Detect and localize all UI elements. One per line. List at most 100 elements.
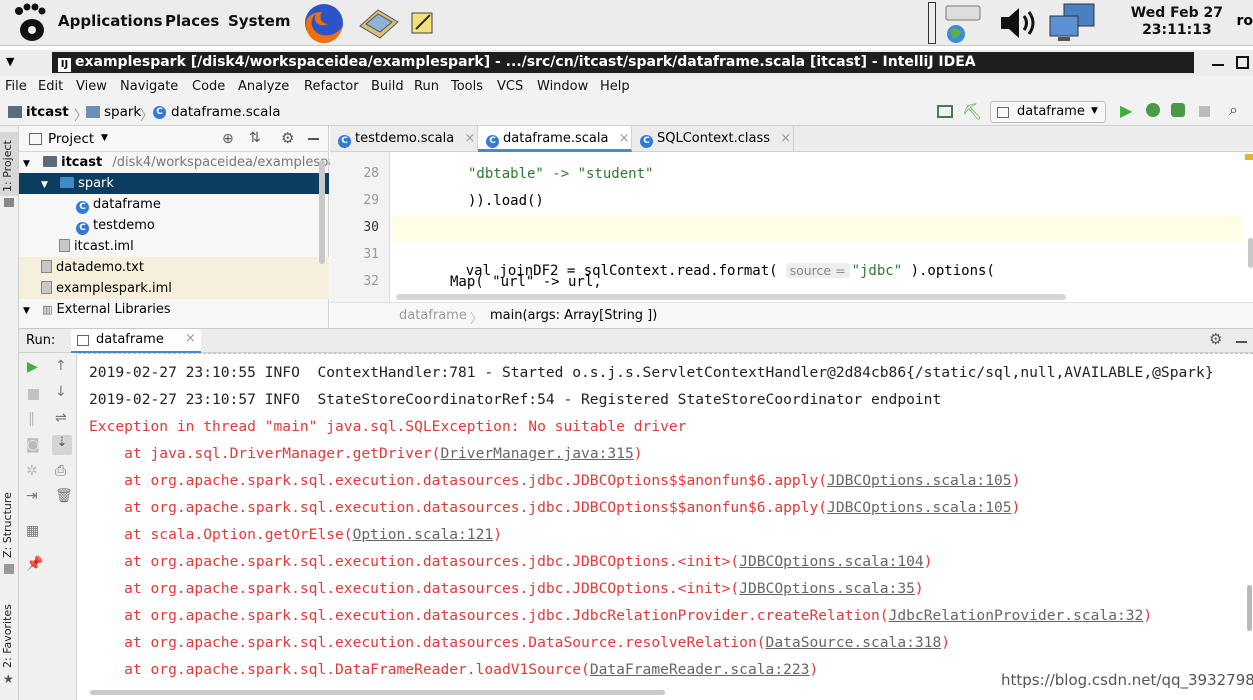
run-icon[interactable]: ▶: [1120, 101, 1132, 120]
close-icon[interactable]: ×: [780, 131, 791, 146]
down-arrow-icon[interactable]: ↓: [55, 384, 67, 400]
console-scrollbar[interactable]: [1247, 585, 1252, 631]
network-monitor-icon[interactable]: [1048, 2, 1098, 44]
menu-refactor[interactable]: Refactor: [304, 79, 359, 94]
side-tab-favorites[interactable]: 2: Favorites: [1, 604, 14, 668]
console-stacktrace-line[interactable]: at org.apache.spark.sql.execution.dataso…: [89, 634, 950, 651]
console-stacktrace-line[interactable]: at org.apache.spark.sql.DataFrameReader.…: [89, 661, 818, 678]
close-icon[interactable]: ×: [619, 131, 630, 146]
console-stacktrace-line[interactable]: at org.apache.spark.sql.execution.dataso…: [89, 499, 1020, 516]
menu-view[interactable]: View: [76, 79, 107, 94]
source-link[interactable]: JDBCOptions.scala:105: [827, 499, 1012, 516]
console-stacktrace-line[interactable]: at java.sql.DriverManager.getDriver(Driv…: [89, 445, 642, 462]
rerun-icon[interactable]: ▶: [27, 359, 38, 375]
source-link[interactable]: JDBCOptions.scala:105: [827, 472, 1012, 489]
source-link[interactable]: Option.scala:121: [353, 526, 494, 543]
window-menu-arrow-icon[interactable]: ▼: [6, 55, 14, 68]
source-link[interactable]: JdbcRelationProvider.scala:32: [889, 607, 1144, 624]
run-console[interactable]: 2019-02-27 23:10:55 INFO ContextHandler:…: [78, 353, 1253, 700]
tree-item-external-libraries[interactable]: ▼ ▥ External Libraries: [19, 299, 329, 320]
menu-help[interactable]: Help: [600, 79, 630, 94]
breadcrumb-object[interactable]: dataframe: [399, 308, 467, 323]
breadcrumb-itcast[interactable]: itcast: [26, 104, 69, 120]
up-arrow-icon[interactable]: ↑: [55, 358, 67, 374]
menu-places[interactable]: Places: [165, 12, 219, 30]
source-link[interactable]: DataFrameReader.scala:223: [590, 661, 810, 678]
tree-item-datademo[interactable]: datademo.txt: [19, 257, 329, 278]
run-config-selector[interactable]: dataframe ▼: [990, 101, 1106, 123]
stop-icon[interactable]: [28, 389, 39, 400]
scroll-to-end-icon[interactable]: ⇣: [52, 435, 72, 455]
menu-build[interactable]: Build: [371, 79, 404, 94]
collapse-all-icon[interactable]: ⇅: [249, 130, 261, 146]
run-tab-dataframe[interactable]: dataframe ×: [71, 329, 201, 353]
code-line-29[interactable]: )).load(): [468, 193, 544, 209]
camera-icon[interactable]: ◙: [26, 437, 40, 453]
source-link[interactable]: DriverManager.java:315: [440, 445, 633, 462]
tree-item-spark[interactable]: ▼ spark: [19, 173, 329, 194]
source-link[interactable]: JDBCOptions.scala:35: [739, 580, 915, 597]
menu-window[interactable]: Window: [537, 79, 588, 94]
breadcrumb-file[interactable]: dataframe.scala: [171, 104, 280, 120]
editor-v-scrollbar[interactable]: [1248, 238, 1253, 268]
close-icon[interactable]: ×: [464, 131, 475, 146]
console-stacktrace-line[interactable]: at org.apache.spark.sql.execution.dataso…: [89, 472, 1020, 489]
hide-panel-icon[interactable]: [1236, 341, 1247, 343]
coverage-icon[interactable]: [1171, 103, 1185, 117]
tree-item-dataframe[interactable]: Cdataframe: [19, 194, 329, 215]
chevron-down-icon[interactable]: ▼: [101, 133, 108, 143]
gear-icon[interactable]: ⚙: [1209, 330, 1222, 348]
pin-icon[interactable]: 📌: [26, 556, 43, 572]
menu-edit[interactable]: Edit: [38, 79, 63, 94]
firefox-launcher-icon[interactable]: [302, 2, 346, 44]
locate-target-icon[interactable]: ⊕: [222, 131, 234, 147]
user-menu[interactable]: ro: [1236, 13, 1253, 29]
menu-applications[interactable]: Applications: [58, 12, 163, 30]
build-hammer-icon[interactable]: ⛏: [962, 102, 982, 121]
project-view-selector[interactable]: Project: [48, 131, 94, 147]
console-stacktrace-line[interactable]: at org.apache.spark.sql.execution.dataso…: [89, 553, 932, 570]
menu-analyze[interactable]: Analyze: [238, 79, 289, 94]
volume-icon[interactable]: [997, 4, 1043, 42]
structure-toggle-icon[interactable]: [937, 105, 953, 118]
tree-item-itcast[interactable]: ▼ itcast /disk4/workspaceidea/examplespa: [19, 152, 336, 173]
breadcrumb-method[interactable]: main(args: Array[String ]): [490, 308, 657, 323]
gnome-foot-icon[interactable]: [10, 2, 50, 44]
menu-run[interactable]: Run: [414, 79, 439, 94]
maximize-icon[interactable]: [1236, 56, 1249, 69]
tree-item-examplespark-iml[interactable]: examplespark.iml: [19, 278, 329, 299]
tab-dataframe[interactable]: Cdataframe.scala ×: [478, 126, 632, 152]
side-tab-structure[interactable]: Z: Structure: [1, 492, 14, 558]
source-link[interactable]: JDBCOptions.scala:104: [739, 553, 924, 570]
exit-icon[interactable]: ⇥: [26, 488, 38, 504]
console-stacktrace-line[interactable]: at scala.Option.getOrElse(Option.scala:1…: [89, 526, 502, 543]
minimize-icon[interactable]: [1212, 64, 1224, 66]
layout-icon[interactable]: ▦: [26, 523, 39, 539]
pause-icon[interactable]: ‖: [28, 411, 35, 427]
network-globe-icon[interactable]: [940, 2, 990, 44]
console-stacktrace-line[interactable]: at org.apache.spark.sql.execution.dataso…: [89, 580, 924, 597]
tab-testdemo[interactable]: Ctestdemo.scala ×: [330, 126, 478, 152]
stop-icon[interactable]: [1199, 106, 1210, 117]
text-editor-launcher-icon[interactable]: [410, 9, 436, 35]
print-icon[interactable]: ⎙: [55, 463, 66, 479]
tree-item-itcast-iml[interactable]: itcast.iml: [19, 236, 329, 257]
settings-icon[interactable]: ✲: [26, 463, 38, 479]
tree-item-testdemo[interactable]: Ctestdemo: [19, 215, 329, 236]
console-h-scrollbar[interactable]: [90, 690, 665, 695]
menu-file[interactable]: File: [5, 79, 27, 94]
editor-h-scrollbar[interactable]: [396, 294, 1066, 300]
file-manager-launcher-icon[interactable]: [356, 6, 402, 40]
debug-bug-icon[interactable]: [1146, 103, 1160, 117]
tab-sqlcontext[interactable]: C SQLContext.class ×: [632, 126, 794, 152]
search-icon[interactable]: ⌕: [1229, 100, 1238, 120]
close-icon[interactable]: ×: [185, 331, 196, 346]
clock[interactable]: Wed Feb 27 23:11:13: [1131, 5, 1223, 39]
soft-wrap-icon[interactable]: ⇌: [55, 410, 67, 426]
breadcrumb-spark[interactable]: spark: [104, 104, 141, 120]
code-line-32[interactable]: Map( "url" -> url,: [450, 274, 602, 290]
gear-icon[interactable]: ⚙: [281, 129, 294, 147]
menu-system[interactable]: System: [228, 12, 290, 30]
trash-icon[interactable]: 🗑: [55, 488, 73, 504]
menu-tools[interactable]: Tools: [451, 79, 483, 94]
